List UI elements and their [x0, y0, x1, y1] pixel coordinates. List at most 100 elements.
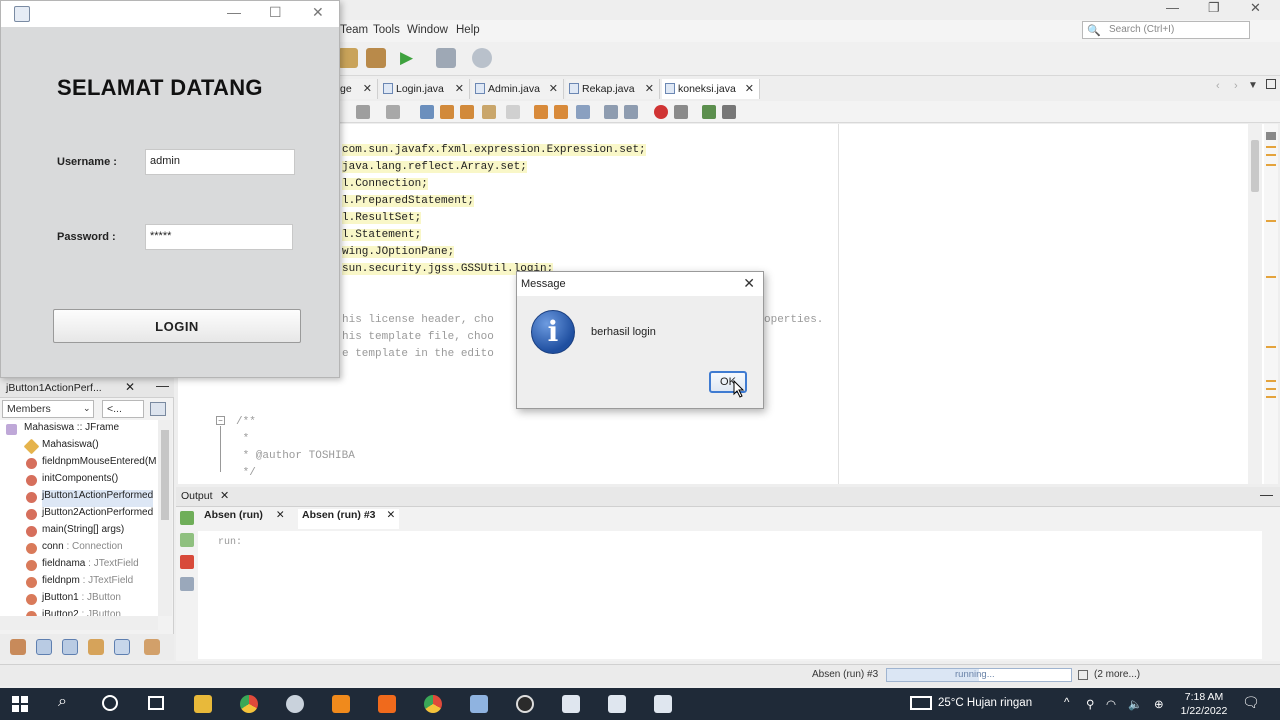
navigator-vertical-scrollbar[interactable] — [158, 420, 172, 616]
weather-text[interactable]: 25°C Hujan ringan — [938, 697, 1032, 709]
menu-team[interactable]: Team — [340, 24, 368, 36]
list-item[interactable]: conn : Connection — [26, 541, 123, 558]
output-tab-absen-run-3[interactable]: Absen (run) #3 ✕ — [298, 509, 400, 529]
tree-root[interactable]: Mahasiswa :: JFrame — [6, 422, 119, 439]
tab-scroll-left-icon[interactable]: ‹ — [1216, 80, 1220, 92]
run-icon[interactable]: ▶ — [400, 48, 413, 68]
netbeans-icon[interactable] — [470, 695, 488, 713]
menu-window[interactable]: Window — [407, 24, 448, 36]
bookmark-next-icon[interactable] — [554, 105, 568, 119]
obs-icon[interactable] — [516, 695, 534, 713]
xampp-icon[interactable] — [378, 695, 396, 713]
windows-start-icon[interactable] — [12, 696, 28, 712]
members-filter-select[interactable]: Members ⌄ — [2, 400, 94, 418]
rerun-params-icon[interactable] — [180, 533, 194, 547]
comment-icon[interactable] — [702, 105, 716, 119]
list-item[interactable]: main(String[] args) — [26, 524, 124, 541]
maximize-editor-icon[interactable] — [1266, 79, 1276, 89]
back-icon[interactable] — [386, 105, 400, 119]
close-icon[interactable]: ✕ — [645, 82, 654, 95]
record-macro-icon[interactable] — [654, 105, 668, 119]
tab-scroll-right-icon[interactable]: › — [1234, 80, 1238, 92]
close-icon[interactable]: ✕ — [549, 82, 558, 95]
shift-right-icon[interactable] — [624, 105, 638, 119]
menu-tools[interactable]: Tools — [373, 24, 400, 36]
close-icon[interactable]: ✕ — [386, 509, 395, 521]
list-item[interactable]: fieldnpm : JTextField — [26, 575, 133, 592]
filter-static-icon[interactable] — [36, 639, 52, 655]
close-icon[interactable]: ✕ — [125, 380, 135, 394]
restore-icon[interactable]: ❐ — [1208, 0, 1220, 16]
filter-inherited-icon[interactable] — [88, 639, 104, 655]
chrome-icon[interactable] — [240, 695, 258, 713]
find-next-icon[interactable] — [460, 105, 474, 119]
stop-macro-icon[interactable] — [674, 105, 688, 119]
password-field[interactable]: ***** — [145, 224, 293, 250]
username-field[interactable]: admin — [145, 149, 295, 175]
minimize-icon[interactable]: — — [1166, 0, 1179, 15]
settings-icon[interactable] — [180, 577, 194, 591]
output-title[interactable]: Output — [181, 490, 213, 502]
tasks-icon[interactable] — [1078, 670, 1088, 680]
find-icon[interactable] — [420, 105, 434, 119]
find-prev-icon[interactable] — [440, 105, 454, 119]
bookmark-prev-icon[interactable] — [534, 105, 548, 119]
fold-icon[interactable]: − — [216, 416, 225, 425]
scope-select[interactable]: <... — [102, 400, 144, 418]
cortana-icon[interactable] — [102, 695, 118, 711]
history-icon[interactable] — [356, 105, 370, 119]
minimize-icon[interactable]: — — [227, 4, 241, 20]
list-item[interactable]: jButton2 : JButton — [26, 609, 121, 616]
tab-partial[interactable]: ge ✕ — [340, 79, 378, 99]
shift-left-icon[interactable] — [604, 105, 618, 119]
debug-icon[interactable] — [436, 48, 456, 68]
filter-nonpublic-icon[interactable] — [62, 639, 78, 655]
output-tab-absen-run[interactable]: Absen (run) ✕ — [204, 509, 285, 531]
notification-icon[interactable]: 🗨 — [1242, 694, 1260, 711]
wifi-icon[interactable]: ◠ — [1106, 697, 1116, 711]
close-icon[interactable]: ✕ — [743, 275, 755, 292]
tab-koneksi-java[interactable]: koneksi.java ✕ — [662, 79, 760, 99]
clock[interactable]: 7:18 AM 1/22/2022 — [1174, 690, 1234, 718]
close-icon[interactable]: ✕ — [455, 82, 464, 95]
minimize-icon[interactable]: — — [1260, 487, 1273, 502]
selection-icon[interactable] — [506, 105, 520, 119]
clean-build-icon[interactable] — [338, 48, 358, 68]
tab-admin-java[interactable]: Admin.java ✕ — [472, 79, 564, 99]
login-button[interactable]: LOGIN — [53, 309, 301, 343]
navigator-horizontal-scrollbar[interactable] — [0, 616, 158, 630]
sublime-icon[interactable] — [332, 695, 350, 713]
tab-list-icon[interactable]: ▼ — [1248, 80, 1258, 91]
tab-login-java[interactable]: Login.java ✕ — [380, 79, 470, 99]
sort-name-icon[interactable] — [114, 639, 130, 655]
build-icon[interactable] — [366, 48, 386, 68]
bookmark-toggle-icon[interactable] — [576, 105, 590, 119]
toggle-highlight-icon[interactable] — [482, 105, 496, 119]
close-icon[interactable]: ✕ — [1250, 0, 1261, 16]
java-app-icon[interactable] — [654, 695, 672, 713]
scroll-thumb[interactable] — [161, 430, 169, 520]
list-item[interactable]: jButton2ActionPerformed — [26, 507, 153, 524]
close-icon[interactable]: ✕ — [312, 4, 324, 21]
task-view-icon[interactable] — [148, 696, 164, 710]
tab-rekap-java[interactable]: Rekap.java ✕ — [566, 79, 660, 99]
maximize-icon[interactable]: ☐ — [269, 4, 282, 21]
rerun-icon[interactable] — [180, 511, 194, 525]
list-item[interactable]: fieldnpmMouseEntered(M — [26, 456, 157, 473]
list-item[interactable]: Mahasiswa() — [23, 438, 99, 456]
list-item[interactable]: initComponents() — [26, 473, 118, 490]
search-icon[interactable]: ⌕ — [58, 693, 67, 711]
stop-icon[interactable] — [180, 555, 194, 569]
close-icon[interactable]: ✕ — [220, 489, 229, 502]
search-input[interactable]: 🔍 Search (Ctrl+I) — [1082, 21, 1250, 39]
filter-fields-icon[interactable] — [10, 639, 26, 655]
uncomment-icon[interactable] — [722, 105, 736, 119]
java-app-icon[interactable] — [562, 695, 580, 713]
scroll-thumb[interactable] — [1251, 140, 1259, 192]
hierarchy-icon[interactable] — [150, 402, 166, 416]
list-item[interactable]: jButton1 : JButton — [26, 592, 121, 609]
chrome-icon[interactable] — [424, 695, 442, 713]
sort-source-icon[interactable] — [144, 639, 160, 655]
chevron-up-icon[interactable]: ^ — [1064, 697, 1069, 709]
volume-icon[interactable]: 🔈 — [1128, 697, 1142, 711]
